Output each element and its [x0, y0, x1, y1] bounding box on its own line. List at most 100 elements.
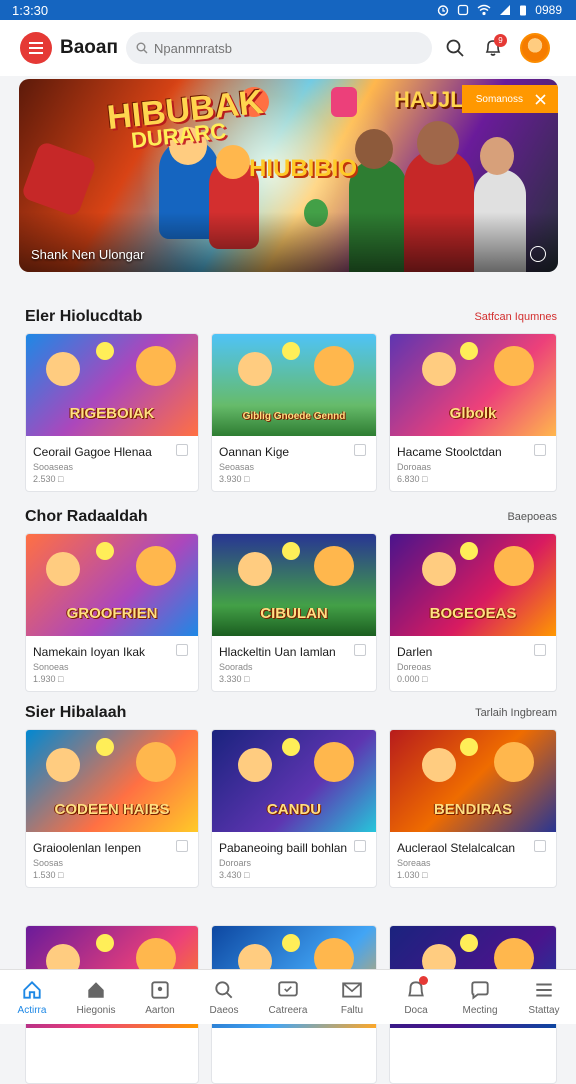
close-icon[interactable]	[535, 93, 546, 105]
bookmark-icon[interactable]	[354, 840, 366, 852]
avatar[interactable]	[520, 33, 550, 63]
status-battery-text: 0989	[535, 3, 562, 17]
menu-icon	[536, 982, 552, 997]
game-card[interactable]: RIGEBOIAK Ceorail Gagoe Hlenaa Sooaseas 2.5…	[25, 333, 199, 492]
nav-item-house[interactable]: Hiegonis	[64, 970, 128, 1024]
nav-item-home[interactable]: Actirra	[0, 970, 64, 1024]
menu-button[interactable]	[20, 32, 52, 64]
nav-item-chat[interactable]: Mecting	[448, 970, 512, 1024]
section-see-all-link[interactable]: Tarlaih Ingbream	[475, 707, 557, 719]
nav-label: Hiegonis	[76, 1004, 116, 1016]
bookmark-icon[interactable]	[534, 840, 546, 852]
search-bar[interactable]	[126, 32, 432, 64]
game-logo-text: Glbolk	[449, 405, 497, 422]
game-title: Pabaneoing baill bohlan	[219, 841, 348, 855]
bookmark-icon[interactable]	[354, 644, 366, 656]
hero-promo-chip[interactable]: Somanoss	[461, 85, 558, 113]
game-card[interactable]: CANDU Pabaneoing baill bohlan Doroars 3.430…	[211, 729, 377, 888]
game-player-count: 2.530 □	[33, 474, 64, 484]
game-thumbnail: Giblig Gnoede Gennd	[212, 334, 376, 436]
game-logo-text: GROOFRIEN	[66, 605, 158, 622]
notification-button[interactable]: 9	[476, 31, 510, 65]
game-card[interactable]: CODEEN HAIBS Graioolenlan Ienpen Soosas 1.5…	[25, 729, 199, 888]
game-title: Aucleraol Stelalcalcan	[397, 841, 516, 855]
thumb-character	[314, 742, 354, 782]
thumb-character	[46, 748, 80, 782]
game-category: Sonoeas	[33, 662, 69, 672]
game-title: Oannan Kige	[219, 445, 290, 459]
game-category: Soreaas	[397, 858, 431, 868]
search-input[interactable]	[154, 40, 394, 56]
bookmark-icon[interactable]	[176, 840, 188, 852]
game-title: Hacame Stoolctdan	[397, 445, 502, 459]
section-see-all-link[interactable]: Satfcan Iqumnes	[474, 311, 557, 323]
thumb-character	[494, 742, 534, 782]
nav-item-gamepad[interactable]: Aarton	[128, 970, 192, 1024]
hero-character	[216, 145, 250, 179]
game-player-count: 3.330 □	[219, 674, 250, 684]
game-thumbnail: Glbolk	[390, 334, 556, 436]
game-player-count: 1.930 □	[33, 674, 64, 684]
thumb-character	[494, 346, 534, 386]
status-time: 1:3:30	[12, 2, 49, 18]
nav-item-bell[interactable]: Doca	[384, 970, 448, 1024]
nav-label: Faltu	[340, 1004, 364, 1016]
game-card[interactable]: BENDIRAS Aucleraol Stelalcalcan Soreaas 1.0…	[389, 729, 557, 888]
nav-label: Doca	[404, 1004, 428, 1016]
hero-person	[480, 137, 514, 175]
info-icon[interactable]	[530, 246, 546, 262]
hero-banner[interactable]: HIBUBAK DURARC HIUBIBIO HAJJL Somanoss S…	[19, 79, 558, 272]
bookmark-icon[interactable]	[176, 644, 188, 656]
section-see-all-link[interactable]: Baepoeas	[507, 511, 557, 523]
game-player-count: 6.830 □	[397, 474, 428, 484]
thumb-decor	[96, 542, 114, 560]
game-thumbnail: CIBULAN	[212, 534, 376, 636]
hero-decor	[20, 140, 98, 218]
game-title: Graioolenlan Ienpen	[33, 841, 142, 855]
game-logo-text: BENDIRAS	[433, 801, 513, 818]
nfc-icon	[458, 4, 469, 16]
game-card[interactable]: CIBULAN Hlackeltin Uan Iamlan Soorads 3.330…	[211, 533, 377, 692]
nav-item-menu[interactable]: Stattay	[512, 970, 576, 1024]
nav-item-tv[interactable]: Catreera	[256, 970, 320, 1024]
status-icons: 0989	[437, 3, 562, 17]
nav-label: Daeos	[209, 1004, 239, 1016]
game-title: Ceorail Gagoe Hlenaa	[33, 445, 152, 459]
bottom-nav: Actirra Hiegonis Aarton Daeos Catreera Faltu D…	[0, 969, 576, 1024]
bookmark-icon[interactable]	[354, 444, 366, 456]
thumb-character	[238, 352, 272, 386]
thumb-character	[136, 546, 176, 586]
hero-game-logo-2: HAJJL	[394, 87, 464, 112]
bookmark-icon[interactable]	[534, 444, 546, 456]
game-category: Doroars	[219, 858, 252, 868]
game-category: Seoasas	[219, 462, 255, 472]
game-thumbnail: BOGEOEAS	[390, 534, 556, 636]
home-icon	[23, 980, 41, 999]
thumb-character	[422, 552, 456, 586]
game-category: Doroaas	[397, 462, 432, 472]
bookmark-icon[interactable]	[534, 644, 546, 656]
thumb-decor	[460, 738, 478, 756]
game-thumbnail: BENDIRAS	[390, 730, 556, 832]
thumb-character	[314, 546, 354, 586]
tv-icon	[278, 980, 298, 996]
alarm-icon	[438, 5, 449, 16]
game-card[interactable]: Glbolk Hacame Stoolctdan Doroaas 6.830 □	[389, 333, 557, 492]
thumb-character	[136, 346, 176, 386]
section-title: Chor Radaaldah	[25, 508, 148, 525]
thumb-character	[136, 742, 176, 782]
section-title: Eler Hiolucdtab	[25, 308, 143, 325]
bookmark-icon[interactable]	[176, 444, 188, 456]
thumb-character	[238, 748, 272, 782]
game-card[interactable]: Giblig Gnoede Gennd Oannan Kige Seoasas 3.9…	[211, 333, 377, 492]
brand-name: Ваоап	[60, 37, 118, 58]
game-title: Darlen	[397, 645, 433, 659]
game-card[interactable]: GROOFRIEN Namekain Ioyan Ikak Sonoeas 1.930…	[25, 533, 199, 692]
nav-item-mail[interactable]: Faltu	[320, 970, 384, 1024]
search-button[interactable]	[438, 31, 472, 65]
nav-item-search[interactable]: Daeos	[192, 970, 256, 1024]
game-card[interactable]: BOGEOEAS Darlen Doreoas 0.000 □	[389, 533, 557, 692]
notification-badge: 9	[494, 34, 507, 47]
game-logo-text: Giblig Gnoede Gennd	[242, 411, 346, 422]
hero-decor	[331, 87, 357, 117]
